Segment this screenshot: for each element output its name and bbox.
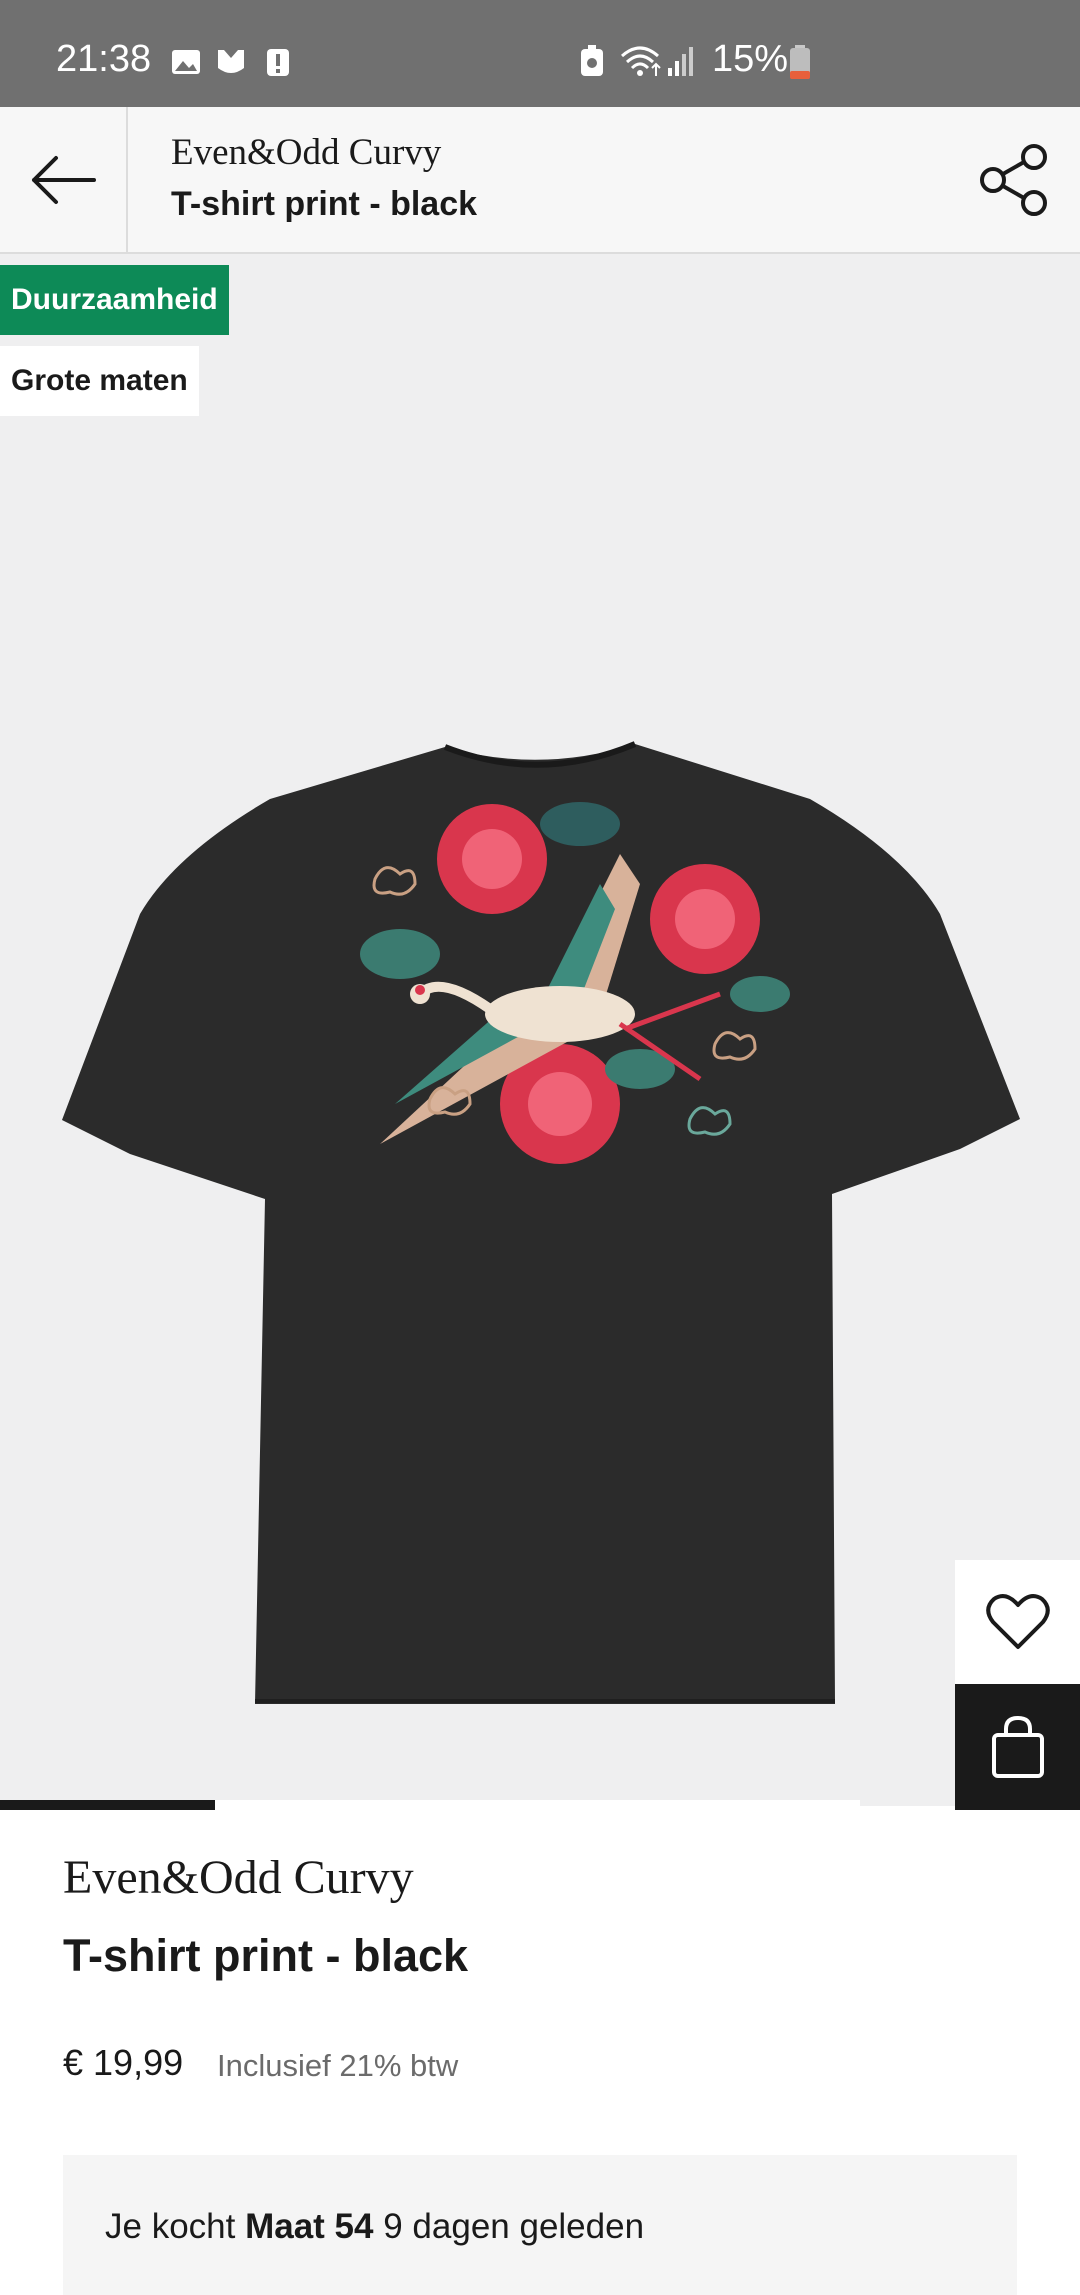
share-button[interactable] — [978, 143, 1052, 217]
shopping-bag-icon — [991, 1715, 1044, 1778]
back-button[interactable] — [0, 107, 128, 252]
purchase-time: 9 dagen geleden — [383, 2207, 645, 2246]
battery-percentage: 15% — [712, 38, 789, 80]
wifi-icon — [621, 46, 661, 76]
product-title: T-shirt print - black — [63, 1930, 469, 1981]
heart-icon — [985, 1594, 1050, 1649]
header-title: T-shirt print - black — [171, 185, 478, 223]
product-brand[interactable]: Even&Odd Curvy — [63, 1850, 414, 1905]
product-image-gallery[interactable]: Duurzaamheid Grote maten — [0, 254, 1080, 1806]
share-icon — [980, 144, 1047, 216]
tshirt-shape — [62, 744, 1020, 1704]
signal-icon — [668, 47, 693, 76]
app-header: Even&Odd Curvy T-shirt print - black — [0, 107, 1080, 254]
purchase-history-box: Je kocht Maat 54 9 dagen geleden — [63, 2155, 1017, 2295]
header-brand: Even&Odd Curvy — [171, 132, 442, 173]
arrow-left-icon — [32, 155, 96, 204]
purchase-prefix: Je kocht — [105, 2207, 236, 2246]
product-image — [62, 741, 1020, 1704]
battery-icon — [790, 45, 810, 79]
status-time: 21:38 — [56, 38, 152, 80]
shield-app-icon — [218, 50, 244, 73]
status-bar: 21:38 15% — [0, 0, 1080, 107]
vat-note: Inclusief 21% btw — [217, 2048, 459, 2083]
alert-icon — [267, 49, 289, 76]
carousel-indicator-active — [0, 1800, 215, 1810]
gallery-icon — [172, 50, 200, 74]
product-price: € 19,99 — [63, 2042, 184, 2083]
add-to-bag-button[interactable] — [955, 1684, 1080, 1810]
battery-saver-icon — [581, 45, 603, 76]
purchased-size: Maat 54 — [245, 2207, 374, 2246]
plus-size-badge: Grote maten — [0, 346, 199, 416]
purchase-history-text: Je kocht Maat 54 9 dagen geleden — [105, 2207, 644, 2247]
sustainability-badge: Duurzaamheid — [0, 265, 229, 335]
wishlist-button[interactable] — [955, 1560, 1080, 1684]
